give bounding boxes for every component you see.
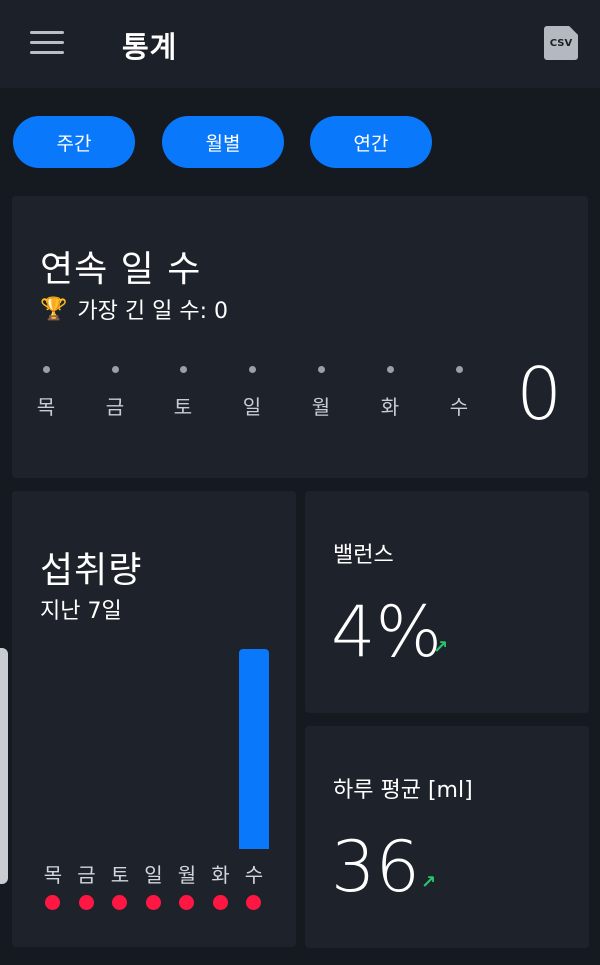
- intake-day-dot: [45, 895, 60, 910]
- streak-day: 화: [370, 362, 410, 420]
- intake-day-label: 월: [177, 863, 197, 887]
- longest-streak: 🏆 가장 긴 일 수: 0: [40, 293, 228, 325]
- streak-count: 0: [516, 352, 562, 436]
- intake-day-dot: [112, 895, 127, 910]
- intake-day-dot: [212, 895, 228, 910]
- streak-title: 연속 일 수: [40, 249, 202, 290]
- intake-day-label: 금: [77, 863, 96, 887]
- tab-yearly[interactable]: 연간: [310, 116, 432, 168]
- balance-card: 밸런스 4% ↗: [305, 491, 589, 713]
- streak-day: 월: [301, 362, 341, 420]
- day-label: 일: [242, 395, 262, 419]
- streak-card: 연속 일 수 🏆 가장 긴 일 수: 0 목 금 토 일 월 화 수 0: [12, 196, 588, 478]
- day-dot: [248, 366, 256, 373]
- day-label: 수: [449, 395, 469, 419]
- streak-day: 일: [232, 362, 272, 420]
- intake-card: 섭취량 지난 7일 목금토일월화수: [12, 491, 296, 947]
- streak-day: 금: [95, 362, 135, 420]
- tab-weekly[interactable]: 주간: [13, 116, 135, 168]
- intake-bar: [239, 649, 269, 849]
- trend-up-icon: ↗: [433, 637, 449, 658]
- intake-title: 섭취량: [40, 550, 143, 591]
- intake-day-label: 목: [43, 863, 63, 887]
- csv-export-icon[interactable]: CSV: [544, 26, 578, 60]
- intake-day-dot: [179, 895, 194, 910]
- daily-average-card: 하루 평균 [ml] 36 ↗: [305, 726, 589, 948]
- day-dot: [179, 366, 187, 373]
- app-bar: 통계 CSV: [0, 0, 600, 88]
- streak-day: 수: [439, 362, 479, 420]
- menu-icon[interactable]: [30, 31, 64, 55]
- page-title: 통계: [122, 30, 178, 64]
- trophy-icon: 🏆: [40, 296, 68, 322]
- intake-day-label: 수: [244, 863, 264, 887]
- balance-value: 4%: [331, 591, 443, 673]
- day-label: 월: [311, 395, 331, 419]
- intake-day-label: 일: [144, 863, 163, 887]
- day-dot: [386, 366, 394, 373]
- tab-monthly[interactable]: 월별: [162, 116, 284, 168]
- day-dot: [42, 366, 50, 373]
- streak-day: 목: [26, 362, 66, 420]
- intake-day-label: 화: [211, 863, 230, 887]
- intake-day-dot: [78, 895, 94, 910]
- intake-day-dot: [145, 895, 161, 910]
- day-dot: [317, 366, 325, 373]
- side-drawer-handle[interactable]: [0, 648, 8, 884]
- trend-up-icon: ↗: [421, 872, 437, 893]
- day-label: 화: [380, 395, 400, 419]
- daily-average-label: 하루 평균 [ml]: [333, 778, 473, 803]
- daily-average-value: 36: [331, 826, 421, 908]
- intake-bar-chart: [12, 611, 296, 849]
- intake-day-dot: [246, 895, 261, 910]
- longest-streak-label: 가장 긴 일 수: 0: [77, 299, 228, 324]
- day-dot: [111, 366, 119, 373]
- day-label: 금: [105, 395, 125, 419]
- streak-day: 토: [163, 362, 203, 420]
- balance-label: 밸런스: [333, 543, 394, 568]
- day-label: 목: [36, 395, 56, 419]
- day-label: 토: [173, 395, 193, 419]
- streak-week: 목 금 토 일 월 화 수: [12, 362, 492, 432]
- day-dot: [455, 366, 463, 373]
- intake-day-label: 토: [110, 863, 130, 887]
